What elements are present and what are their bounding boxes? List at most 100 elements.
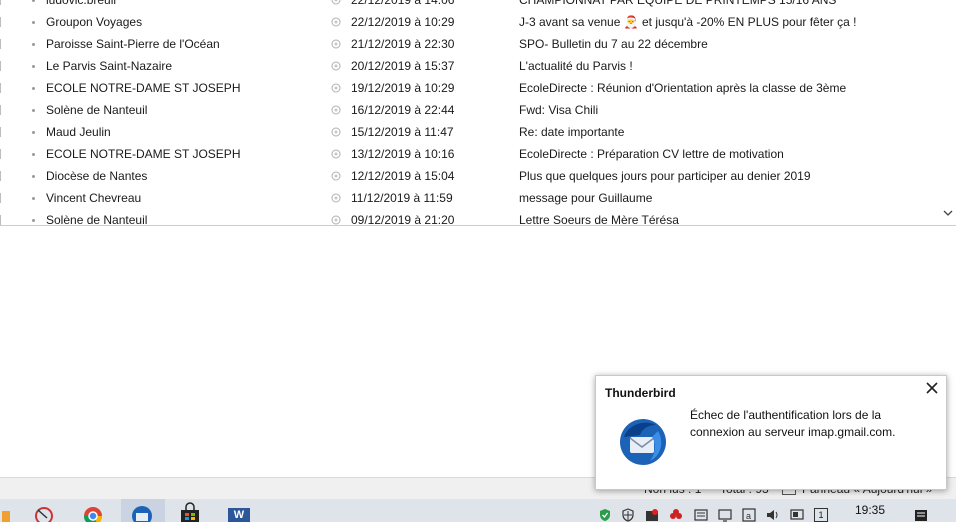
- star-icon[interactable]: [331, 83, 341, 93]
- read-status-icon[interactable]: [32, 109, 35, 112]
- store-icon[interactable]: [179, 502, 201, 522]
- monitor-icon[interactable]: [790, 508, 804, 522]
- message-subject: L'actualité du Parvis !: [519, 59, 633, 73]
- read-status-icon[interactable]: [32, 87, 35, 90]
- row-marker: [0, 105, 1, 115]
- folder-icon[interactable]: [2, 511, 10, 522]
- message-from: Groupon Voyages: [46, 15, 143, 29]
- message-date: 13/12/2019 à 10:16: [351, 147, 455, 161]
- read-status-icon[interactable]: [32, 65, 35, 68]
- message-date: 11/12/2019 à 11:59: [351, 191, 453, 205]
- star-icon[interactable]: [331, 193, 341, 203]
- thunderbird-icon[interactable]: [131, 505, 153, 522]
- message-row[interactable]: Diocèse de Nantes 12/12/2019 à 15:04 Plus …: [0, 165, 940, 187]
- star-icon[interactable]: [331, 171, 341, 181]
- close-icon[interactable]: [924, 380, 940, 396]
- message-from: Vincent Chevreau: [46, 191, 142, 205]
- message-date: 20/12/2019 à 15:37: [351, 59, 455, 73]
- star-icon[interactable]: [331, 17, 341, 27]
- star-icon[interactable]: [331, 105, 341, 115]
- row-marker: [0, 171, 1, 181]
- message-list[interactable]: ludovic.breuil 22/12/2019 à 14:06 CHAMPION…: [0, 0, 940, 225]
- message-from: Maud Jeulin: [46, 125, 111, 139]
- message-date: 21/12/2019 à 22:30: [351, 37, 455, 51]
- antivirus-icon[interactable]: [669, 508, 683, 522]
- message-row[interactable]: ludovic.breuil 22/12/2019 à 14:06 CHAMPION…: [0, 0, 940, 11]
- taskbar: W a 1 19:35: [0, 499, 956, 522]
- message-from: Solène de Nanteuil: [46, 103, 148, 117]
- read-status-icon[interactable]: [32, 0, 35, 2]
- message-from: ECOLE NOTRE-DAME ST JOSEPH: [46, 81, 241, 95]
- action-center-icon[interactable]: [914, 508, 928, 522]
- notification-message: Échec de l'authentification lors de la c…: [690, 408, 896, 439]
- read-status-icon[interactable]: [32, 175, 35, 178]
- message-date: 22/12/2019 à 14:06: [351, 0, 455, 7]
- read-status-icon[interactable]: [32, 219, 35, 222]
- word-icon[interactable]: W: [228, 508, 250, 522]
- message-from: Diocèse de Nantes: [46, 169, 148, 183]
- read-status-icon[interactable]: [32, 21, 35, 24]
- message-row[interactable]: ECOLE NOTRE-DAME ST JOSEPH 13/12/2019 à 1…: [0, 143, 940, 165]
- message-subject: EcoleDirecte : Préparation CV lettre de …: [519, 147, 784, 161]
- row-marker: [0, 215, 1, 225]
- message-date: 15/12/2019 à 11:47: [351, 125, 454, 139]
- message-list-scrollbar[interactable]: [940, 0, 956, 225]
- message-date: 12/12/2019 à 15:04: [351, 169, 455, 183]
- message-row[interactable]: Solène de Nanteuil 16/12/2019 à 22:44 Fwd:…: [0, 99, 940, 121]
- message-row[interactable]: Maud Jeulin 15/12/2019 à 11:47 Re: date im…: [0, 121, 940, 143]
- message-from: Paroisse Saint-Pierre de l'Océan: [46, 37, 220, 51]
- row-marker: [0, 61, 1, 71]
- svg-text:a: a: [746, 511, 751, 521]
- shield-icon[interactable]: [598, 508, 612, 522]
- chevron-down-icon[interactable]: [943, 208, 953, 218]
- paint-icon[interactable]: [33, 502, 55, 522]
- defender-icon[interactable]: [621, 508, 635, 522]
- message-from: ECOLE NOTRE-DAME ST JOSEPH: [46, 147, 241, 161]
- notification-toast[interactable]: Thunderbird Échec de l'authentification …: [595, 375, 947, 490]
- star-icon[interactable]: [331, 39, 341, 49]
- message-subject: EcoleDirecte : Réunion d'Orientation apr…: [519, 81, 847, 95]
- star-icon[interactable]: [331, 127, 341, 137]
- network-icon[interactable]: [718, 508, 732, 522]
- notification-count-badge[interactable]: 1: [814, 508, 828, 522]
- security-alert-icon[interactable]: [645, 508, 659, 522]
- message-subject: message pour Guillaume: [519, 191, 653, 205]
- show-desktop-button[interactable]: [930, 511, 948, 522]
- pane-divider[interactable]: [0, 225, 956, 226]
- message-from: ludovic.breuil: [46, 0, 117, 7]
- message-date: 19/12/2019 à 10:29: [351, 81, 455, 95]
- read-status-icon[interactable]: [32, 43, 35, 46]
- message-row[interactable]: Solène de Nanteuil 09/12/2019 à 21:20 Lett…: [0, 209, 940, 225]
- notification-app-name: Thunderbird: [605, 386, 676, 400]
- message-row[interactable]: Paroisse Saint-Pierre de l'Océan 21/12/20…: [0, 33, 940, 55]
- message-row[interactable]: Groupon Voyages 22/12/2019 à 10:29 J-3 ava…: [0, 11, 940, 33]
- thunderbird-taskbar-active[interactable]: [121, 499, 165, 522]
- message-row[interactable]: Le Parvis Saint-Nazaire 20/12/2019 à 15:3…: [0, 55, 940, 77]
- volume-icon[interactable]: [766, 508, 780, 522]
- taskbar-clock[interactable]: 19:35: [855, 503, 885, 517]
- read-status-icon[interactable]: [32, 153, 35, 156]
- row-marker: [0, 83, 1, 93]
- message-subject: J-3 avant sa venue 🎅 et jusqu'à -20% EN …: [519, 15, 857, 29]
- row-marker: [0, 127, 1, 137]
- star-icon[interactable]: [331, 149, 341, 159]
- chrome-icon[interactable]: [82, 502, 104, 522]
- message-row[interactable]: ECOLE NOTRE-DAME ST JOSEPH 19/12/2019 à 1…: [0, 77, 940, 99]
- row-marker: [0, 193, 1, 203]
- message-subject: SPO- Bulletin du 7 au 22 décembre: [519, 37, 708, 51]
- message-from: Solène de Nanteuil: [46, 213, 148, 225]
- amazon-icon[interactable]: a: [742, 508, 756, 522]
- input-method-icon[interactable]: [694, 508, 708, 522]
- message-row[interactable]: Vincent Chevreau 11/12/2019 à 11:59 messag…: [0, 187, 940, 209]
- message-date: 16/12/2019 à 22:44: [351, 103, 455, 117]
- message-subject: Fwd: Visa Chili: [519, 103, 599, 117]
- message-subject: Re: date importante: [519, 125, 625, 139]
- read-status-icon[interactable]: [32, 131, 35, 134]
- message-subject: Plus que quelques jours pour participer …: [519, 169, 811, 183]
- row-marker: [0, 39, 1, 49]
- read-status-icon[interactable]: [32, 197, 35, 200]
- star-icon[interactable]: [331, 61, 341, 71]
- message-date: 22/12/2019 à 10:29: [351, 15, 455, 29]
- star-icon[interactable]: [331, 0, 341, 5]
- star-icon[interactable]: [331, 215, 341, 225]
